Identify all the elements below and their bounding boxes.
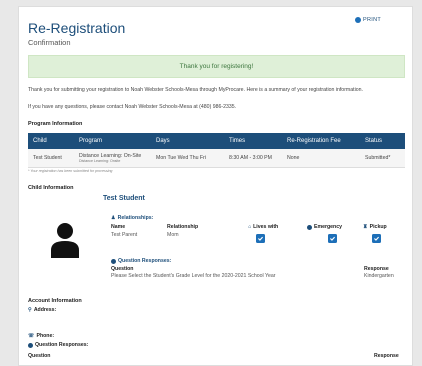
rel-name-header: Name <box>111 224 126 230</box>
account-question-heading: Question Responses: <box>28 342 88 348</box>
emergency-icon <box>307 224 312 230</box>
status-cell: Submitted* <box>360 149 405 168</box>
relationships-label: Relationships: <box>117 215 154 221</box>
check-icon <box>330 236 336 241</box>
account-question-header: Question <box>28 353 51 359</box>
fee-cell: None <box>282 149 360 168</box>
account-section-title: Account Information <box>28 298 82 304</box>
response-header: Response <box>364 266 389 272</box>
phone-icon: ☏ <box>28 333 35 339</box>
print-icon <box>355 17 361 23</box>
print-label: PRINT <box>363 17 381 23</box>
program-table: Child Program Days Times Re-Registration… <box>28 133 405 168</box>
column-header: Program <box>74 133 151 149</box>
address-heading: ⚲ Address: <box>28 307 56 313</box>
location-icon: ⚲ <box>28 307 32 313</box>
relationships-heading: ♟ Relationships: <box>111 215 153 221</box>
question-icon <box>28 342 33 348</box>
response-value: Kindergarten <box>364 273 394 279</box>
emergency-header: Emergency <box>307 224 342 230</box>
days-cell: Mon Tue Wed Thu Fri <box>151 149 224 168</box>
rel-name-value: Test Parent <box>111 232 138 238</box>
intro-paragraph: Thank you for submitting your registrati… <box>28 87 363 93</box>
column-header: Days <box>151 133 224 149</box>
contact-paragraph: If you have any questions, please contac… <box>28 104 237 110</box>
lives-with-checkbox[interactable] <box>256 234 265 243</box>
rel-relationship-header: Relationship <box>167 224 199 230</box>
emergency-label: Emergency <box>314 224 342 230</box>
registration-card: Re-Registration Confirmation PRINT Thank… <box>18 6 413 366</box>
question-responses-heading: Question Responses: <box>111 258 171 264</box>
emergency-checkbox[interactable] <box>328 234 337 243</box>
people-icon: ♟ <box>111 215 116 221</box>
table-row: Test Student Distance Learning: On-Site … <box>28 149 405 168</box>
pickup-label: Pickup <box>369 224 387 230</box>
question-icon <box>111 258 116 264</box>
page-subtitle: Confirmation <box>28 38 71 47</box>
page-title: Re-Registration <box>28 20 126 36</box>
account-question-label: Question Responses: <box>35 342 89 348</box>
success-message: Thank you for registering! <box>179 63 254 70</box>
question-header: Question <box>111 266 134 272</box>
check-icon <box>258 236 264 241</box>
lives-with-label: Lives with <box>253 224 279 230</box>
avatar-icon <box>51 223 79 258</box>
lives-with-header: ⌂ Lives with <box>248 224 278 230</box>
child-cell: Test Student <box>28 149 74 168</box>
column-header: Status <box>360 133 405 149</box>
pickup-checkbox[interactable] <box>372 234 381 243</box>
child-section-title: Child Information <box>28 185 74 191</box>
registration-footnote: * Your registration has been submitted f… <box>28 169 113 173</box>
car-icon: ♜ <box>363 224 368 230</box>
success-alert: Thank you for registering! <box>28 55 405 78</box>
times-cell: 8:30 AM - 3:00 PM <box>224 149 282 168</box>
print-button[interactable]: PRINT <box>355 17 381 23</box>
address-label: Address: <box>33 307 57 313</box>
pickup-header: ♜ Pickup <box>363 224 387 230</box>
question-value: Please Select the Student's Grade Level … <box>111 273 276 279</box>
home-icon: ⌂ <box>248 224 252 230</box>
phone-label: Phone: <box>36 333 55 339</box>
check-icon <box>374 236 380 241</box>
phone-heading: ☏ Phone: <box>28 333 54 339</box>
program-table-header: Child Program Days Times Re-Registration… <box>28 133 405 149</box>
question-responses-label: Question Responses: <box>118 258 172 264</box>
column-header: Child <box>28 133 74 149</box>
column-header: Times <box>224 133 282 149</box>
student-name: Test Student <box>103 195 145 202</box>
program-subname: Distance Learning: Onsite <box>79 158 121 163</box>
program-section-title: Program Information <box>28 121 83 127</box>
account-response-header: Response <box>374 353 399 359</box>
rel-relationship-value: Mom <box>167 232 179 238</box>
column-header: Re-Registration Fee <box>282 133 360 149</box>
program-cell: Distance Learning: On-Site Distance Lear… <box>74 149 151 168</box>
program-name: Distance Learning: On-Site <box>79 152 142 159</box>
